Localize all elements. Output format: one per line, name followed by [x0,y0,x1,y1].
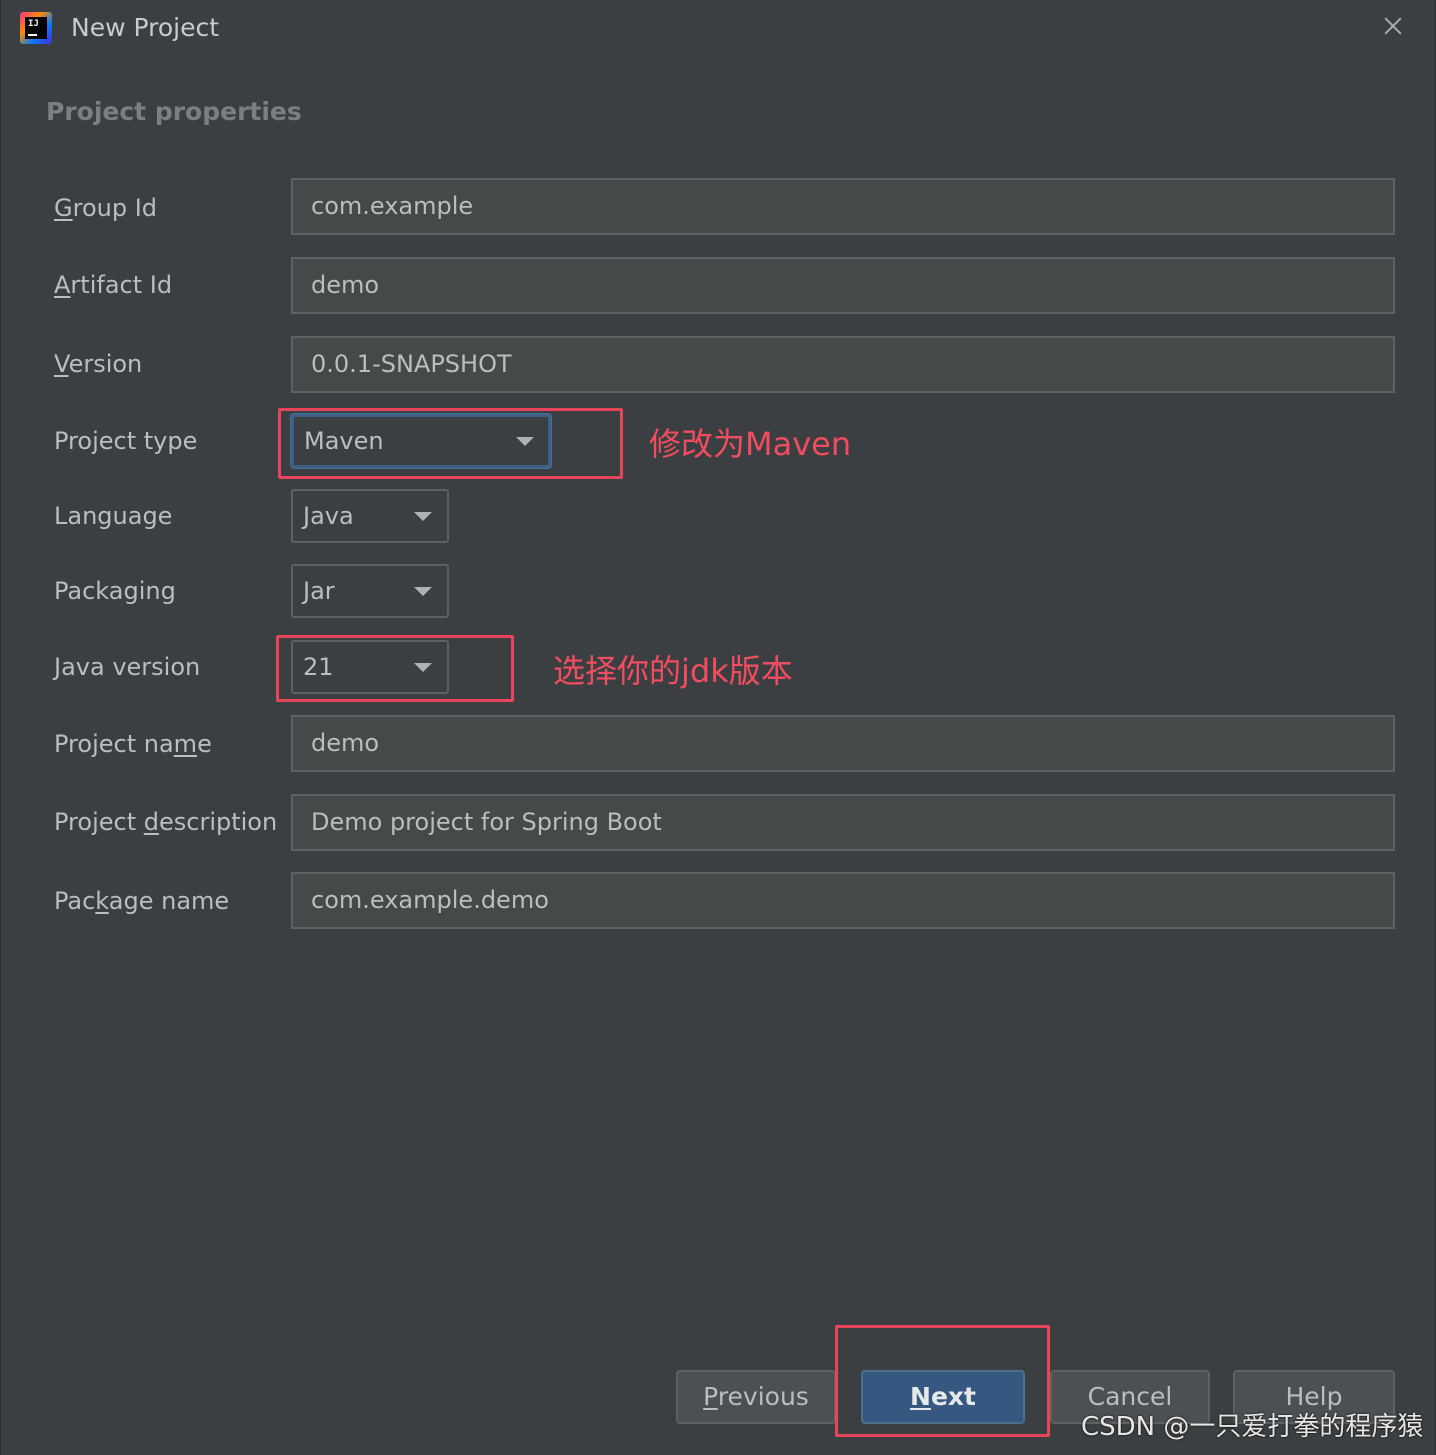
close-icon[interactable] [1377,10,1409,42]
section-title: Project properties [46,97,302,126]
group-id-label: Group Id [54,194,158,222]
project-type-highlight-box [278,408,623,479]
title-bar: IJ New Project [1,0,1436,56]
version-input[interactable]: 0.0.1-SNAPSHOT [291,336,1395,393]
project-name-input[interactable]: demo [291,715,1395,772]
packaging-value: Jar [303,577,335,605]
project-description-label: Project description [54,808,278,836]
java-version-highlight-box [276,635,514,702]
language-value: Java [303,502,354,530]
package-name-label: Package name [54,887,230,915]
version-label: Version [54,350,143,378]
chevron-down-icon [414,512,432,521]
group-id-input[interactable]: com.example [291,178,1395,235]
packaging-dropdown[interactable]: Jar [291,564,449,618]
artifact-id-input[interactable]: demo [291,257,1395,314]
java-version-label: Java version [54,653,201,681]
package-name-input[interactable]: com.example.demo [291,872,1395,929]
previous-button[interactable]: Previous [676,1370,836,1424]
project-description-input[interactable]: Demo project for Spring Boot [291,794,1395,851]
language-dropdown[interactable]: Java [291,489,449,543]
packaging-label: Packaging [54,577,176,605]
language-label: Language [54,502,173,530]
project-type-annotation: 修改为Maven [649,425,852,463]
project-type-label: Project type [54,427,198,455]
project-name-label: Project name [54,730,212,758]
window-title: New Project [71,13,220,42]
java-version-annotation: 选择你的jdk版本 [553,652,793,690]
artifact-id-label: Artifact Id [54,271,173,299]
next-button-highlight-box [835,1325,1050,1437]
chevron-down-icon [414,587,432,596]
new-project-dialog: IJ New Project Project properties Group … [0,0,1436,1455]
intellij-idea-icon: IJ [20,12,52,44]
watermark: CSDN @一只爱打拳的程序猿 [1081,1412,1424,1442]
